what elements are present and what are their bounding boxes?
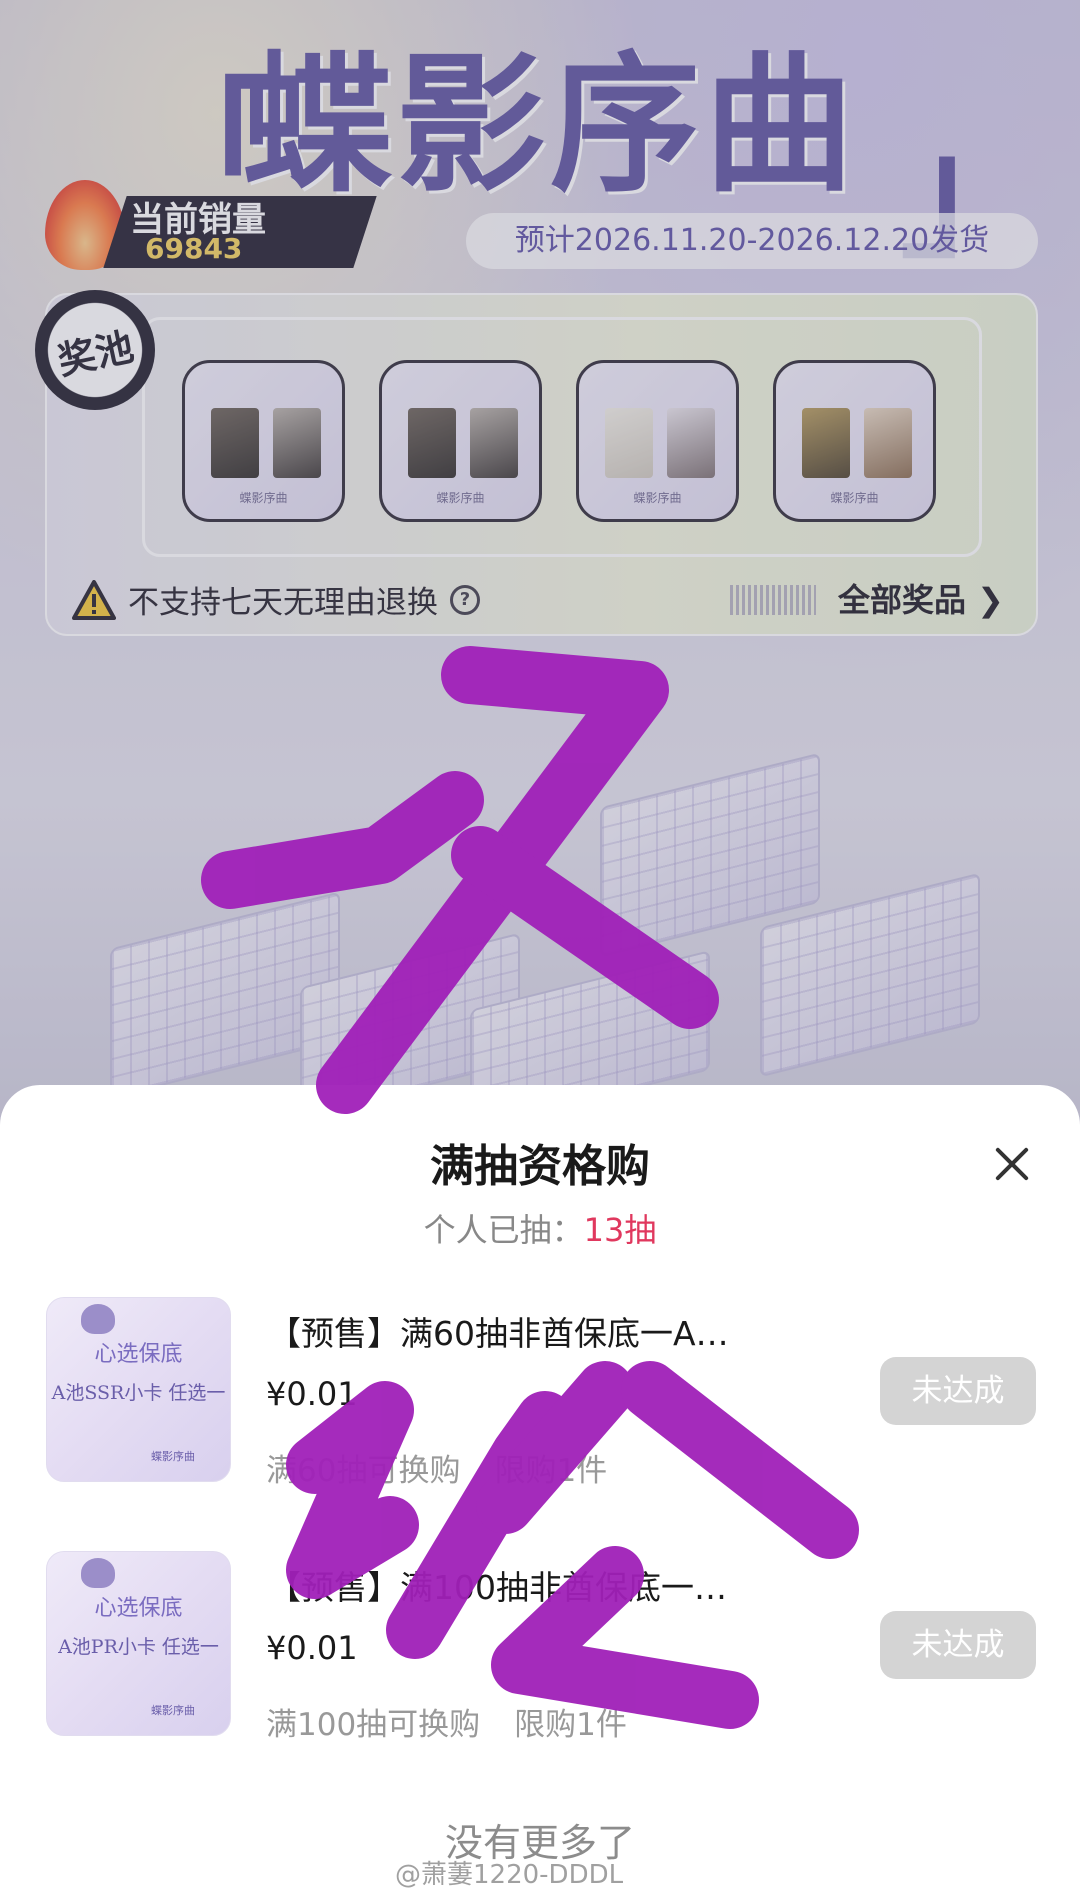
heart-icon <box>81 1304 115 1334</box>
status-button[interactable]: 未达成 <box>880 1357 1036 1425</box>
sheet-title: 满抽资格购 <box>430 1141 650 1192</box>
item-thumbnail: 心选保底 A池PR小卡 任选一 蝶影序曲 <box>46 1551 231 1736</box>
draw-count-value: 13抽 <box>583 1211 657 1249</box>
item-price: ¥0.01 <box>266 1375 358 1413</box>
item-condition-text: 满100抽可换购 <box>266 1707 481 1743</box>
item-title: 【预售】满100抽非酋保底一… <box>268 1568 727 1607</box>
list-item[interactable]: 心选保底 A池PR小卡 任选一 蝶影序曲 【预售】满100抽非酋保底一… ¥0.… <box>0 1551 1080 1751</box>
item-title: 【预售】满60抽非酋保底一A… <box>268 1314 729 1353</box>
thumbnail-tag: 蝶影序曲 <box>151 1450 195 1463</box>
item-limit: 限购1件 <box>514 1707 627 1743</box>
item-thumbnail: 心选保底 A池SSR小卡 任选一 蝶影序曲 <box>46 1297 231 1482</box>
thumbnail-tag: 蝶影序曲 <box>151 1704 195 1717</box>
heart-icon <box>81 1558 115 1588</box>
thumbnail-title: 心选保底 <box>94 1342 183 1367</box>
item-condition: 满60抽可换购 限购1件 <box>266 1445 607 1490</box>
item-price: ¥0.01 <box>266 1629 358 1667</box>
item-limit: 限购1件 <box>494 1453 608 1489</box>
close-icon[interactable] <box>990 1142 1034 1186</box>
draw-count: 个人已抽：13抽 <box>0 1205 1080 1251</box>
weibo-watermark: @萧萋1220-DDDL <box>395 1860 624 1890</box>
thumbnail-body: A池SSR小卡 任选一 <box>51 1382 226 1404</box>
item-condition: 满100抽可换购 限购1件 <box>266 1699 627 1744</box>
item-condition-text: 满60抽可换购 <box>266 1453 461 1489</box>
thumbnail-body: A池PR小卡 任选一 <box>58 1636 219 1658</box>
list-item[interactable]: 心选保底 A池SSR小卡 任选一 蝶影序曲 【预售】满60抽非酋保底一A… ¥0… <box>0 1297 1080 1497</box>
draw-count-label: 个人已抽： <box>423 1211 584 1249</box>
status-button[interactable]: 未达成 <box>880 1611 1036 1679</box>
thumbnail-title: 心选保底 <box>94 1596 183 1621</box>
modal-backdrop[interactable] <box>0 0 1080 1140</box>
